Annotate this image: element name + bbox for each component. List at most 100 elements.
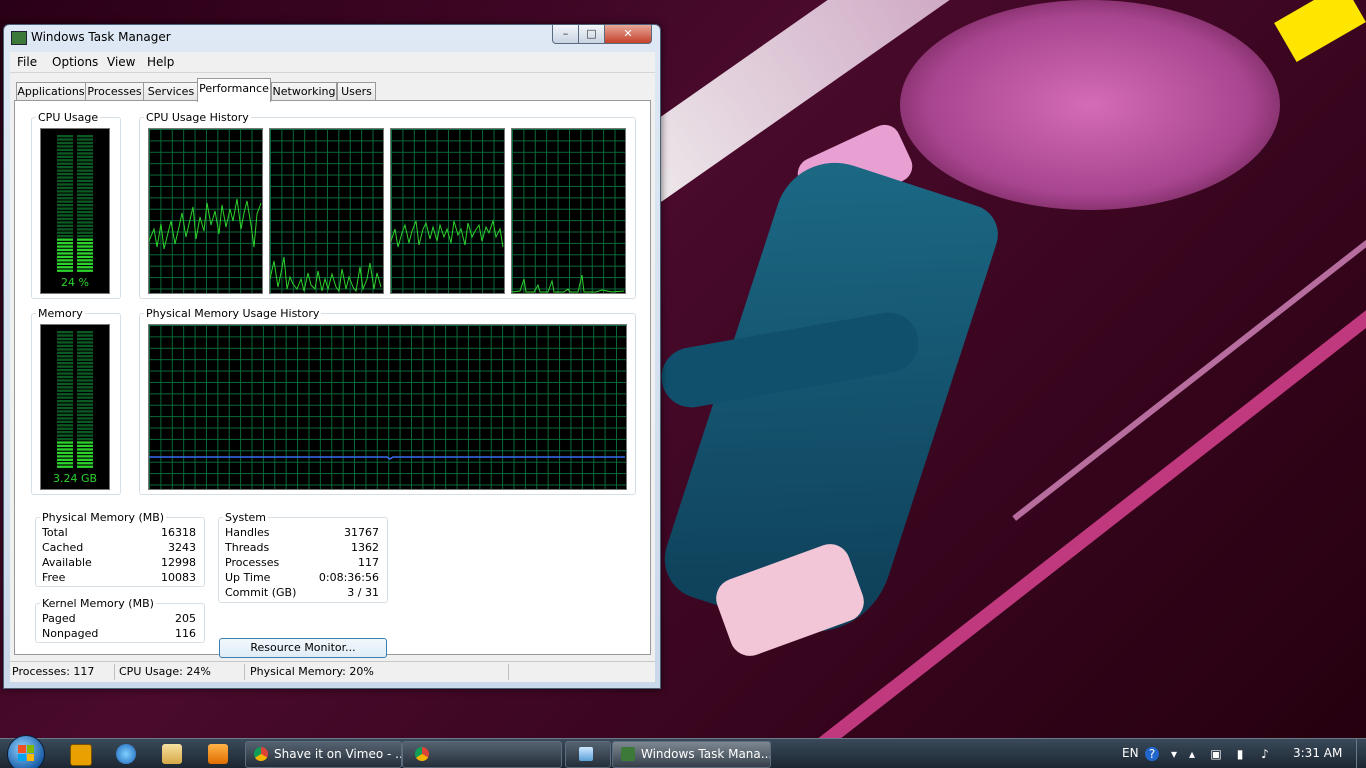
minimize-button[interactable]: – [552,25,579,44]
start-button[interactable] [7,735,45,768]
tab-applications[interactable]: Applications [16,82,86,101]
cpu-meter-segment [77,166,93,169]
tab-users[interactable]: Users [337,82,376,101]
memory-meter-segment [77,396,93,399]
network-signal-icon[interactable]: ▮ [1233,747,1247,761]
cpu-meter-segment [57,238,73,241]
cpu-meter-segment [57,162,73,165]
cpu-meter-segment [77,183,93,186]
physical-free-value: 10083 [161,571,196,584]
cpu-history-group: CPU Usage History [139,111,636,299]
cpu-meter-segment [77,231,93,234]
memory-meter-segment [57,462,73,465]
memory-meter-segment [77,362,93,365]
cpu-meter-segment [77,190,93,193]
memory-meter-segment [57,382,73,386]
memory-meter-segment [77,379,93,382]
show-hidden-icons-icon[interactable]: ▴ [1185,747,1199,761]
system-group: System Handles 31767 Threads 1362 Proces… [218,511,388,603]
tab-services[interactable]: Services [143,82,199,101]
memory-meter-segment [57,441,73,444]
cpu-meter-segment [77,217,93,221]
wallpaper-shape [1274,0,1366,62]
maximize-button[interactable]: □ [578,25,605,44]
media-player-icon[interactable] [208,744,228,764]
taskbar-button-chrome[interactable] [402,741,562,768]
cpu-meter-segment [77,169,93,172]
physical-total-value: 16318 [161,526,196,539]
language-options-icon[interactable]: ▾ [1167,747,1181,761]
memory-meter-segment [77,410,93,413]
memory-meter-segment [77,424,93,427]
window-title: Windows Task Manager [31,30,171,44]
action-center-icon[interactable]: ▣ [1209,747,1223,761]
cpu-meter-segment [77,248,93,252]
memory-meter-segment [77,444,93,448]
memory-meter-segment [57,431,73,434]
tab-performance[interactable]: Performance [197,78,271,102]
cpu-meter-segment [57,228,73,231]
menu-file[interactable]: File [17,55,37,69]
language-indicator[interactable]: EN [1122,746,1139,760]
performance-panel: CPU Usage 24 % CPU Usage History Memory … [14,100,651,658]
cpu-usage-meter: 24 % [40,128,110,294]
memory-meter-segment [77,386,93,389]
kernel-nonpaged-label: Nonpaged [42,627,99,640]
memory-meter-segment [57,400,73,403]
memory-meter-segment [57,368,73,372]
memory-meter-segment [77,462,93,465]
volume-icon[interactable]: ♪ [1258,747,1272,761]
resource-monitor-button[interactable]: Resource Monitor... [219,638,387,658]
status-separator [114,664,115,680]
memory-meter-segment [77,365,93,368]
close-button[interactable]: ✕ [604,25,652,44]
memory-value: 3.24 GB [52,472,98,485]
menu-options[interactable]: Options [52,55,98,69]
memory-meter-segment [57,386,73,389]
clock[interactable]: 3:31 AM [1293,746,1342,760]
system-handles-value: 31767 [344,526,379,539]
internet-explorer-icon[interactable] [116,744,136,764]
tab-processes[interactable]: Processes [85,82,144,101]
memory-history-graph [148,324,627,490]
memory-meter-segment [57,406,73,410]
memory-meter-segment [57,351,73,354]
memory-meter-segment [57,358,73,361]
show-desktop-button[interactable] [1356,739,1366,768]
file-explorer-icon[interactable] [162,744,182,764]
help-icon[interactable]: ? [1145,747,1159,761]
physical-cached-value: 3243 [168,541,196,554]
tab-networking[interactable]: Networking [271,82,337,101]
cpu-meter-segment [77,235,93,238]
menu-help[interactable]: Help [147,55,174,69]
taskbar-button-task-manager[interactable]: Windows Task Mana... [612,741,771,768]
memory-meter-segment [77,393,93,396]
memory-meter-segment [57,334,73,337]
cpu-meter-segment [77,210,93,214]
memory-meter-segment [57,372,73,375]
kernel-paged-label: Paged [42,612,76,625]
outlook-icon[interactable] [70,744,92,766]
memory-meter-segment [57,417,73,420]
cpu-meter-segment [57,207,73,210]
cpu-meter-segment [77,135,93,138]
memory-meter-segment [77,427,93,430]
cpu-meter-segment [77,145,93,148]
cpu-meter-segment [77,200,93,203]
cpu-core-2-graph [269,128,384,294]
wallpaper-shape [900,0,1280,210]
cpu-usage-label: CPU Usage [36,111,101,124]
memory-meter-segment [57,465,73,468]
menu-view[interactable]: View [107,55,135,69]
cpu-meter-segment [77,252,93,255]
memory-history-label: Physical Memory Usage History [144,307,322,320]
taskbar-button-network[interactable] [565,741,611,768]
cpu-meter-segment [77,176,93,179]
cpu-meter-segment [57,190,73,193]
memory-meter-segment [57,389,73,392]
title-bar[interactable]: Windows Task Manager – □ ✕ [4,25,660,49]
cpu-meter-segment [57,252,73,255]
memory-meter-segment [77,441,93,444]
cpu-meter-segment [57,148,73,152]
taskbar-button-chrome-vimeo[interactable]: Shave it on Vimeo - ... [245,741,402,768]
